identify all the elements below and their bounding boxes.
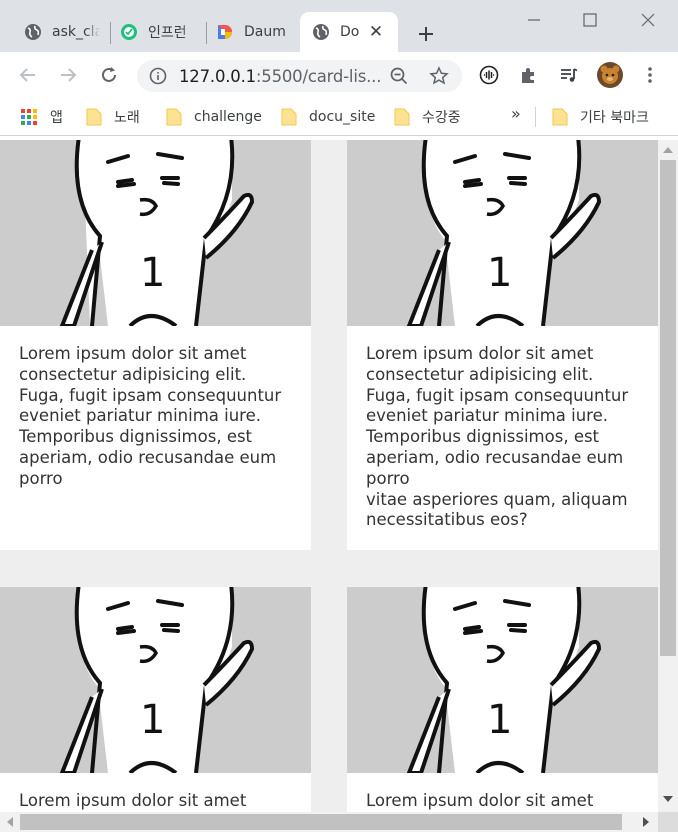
bookmark-folder[interactable]: 노래 bbox=[86, 107, 140, 127]
bookmark-label: docu_site bbox=[309, 109, 376, 125]
back-arrow-icon[interactable] bbox=[18, 65, 38, 85]
bookmarks-divider bbox=[535, 107, 536, 127]
waving-character-illustration: 1 bbox=[406, 587, 602, 773]
kebab-menu-icon[interactable] bbox=[640, 65, 660, 85]
tab-document[interactable]: Document ✕ bbox=[300, 12, 398, 52]
tab-title: Daum bbox=[244, 24, 286, 40]
scroll-up-arrow-icon[interactable] bbox=[663, 147, 673, 153]
tab-inflearn[interactable]: 인프런 bbox=[96, 12, 206, 52]
scroll-left-arrow-icon[interactable] bbox=[7, 817, 13, 827]
vertical-scrollbar-thumb[interactable] bbox=[660, 160, 676, 656]
card-thumbnail: 1 bbox=[347, 587, 658, 773]
illustration-number: 1 bbox=[487, 697, 512, 743]
globe-icon bbox=[25, 24, 41, 40]
bookmark-label: challenge bbox=[194, 109, 262, 125]
minimize-icon[interactable] bbox=[522, 8, 546, 32]
bookmark-folder[interactable]: challenge bbox=[166, 107, 262, 127]
scroll-right-arrow-icon[interactable] bbox=[643, 817, 649, 827]
folder-icon bbox=[86, 108, 102, 126]
bookmark-apps[interactable]: 앱 bbox=[20, 107, 63, 127]
folder-icon bbox=[394, 108, 410, 126]
card-text: Lorem ipsum dolor sit amet bbox=[19, 791, 247, 810]
address-bar[interactable]: 127.0.0.1:5500/card-lis... bbox=[137, 60, 462, 92]
waving-character-illustration: 1 bbox=[406, 140, 602, 326]
close-window-icon[interactable] bbox=[636, 8, 660, 32]
waving-character-illustration: 1 bbox=[59, 587, 255, 773]
tab-ask-class[interactable]: ask_class bbox=[0, 12, 110, 52]
url-path: :5500/card-lis... bbox=[255, 67, 382, 86]
tab-strip: ask_class 인프런 Daum Document ✕ bbox=[0, 0, 678, 52]
card-text: Lorem ipsum dolor sit amet consectetur a… bbox=[366, 344, 629, 530]
tab-title: ask_class bbox=[52, 24, 100, 40]
star-icon[interactable] bbox=[429, 66, 449, 86]
card: 1 Lorem ipsum dolor sit amet consectetur… bbox=[0, 140, 311, 550]
vertical-scrollbar[interactable] bbox=[658, 140, 678, 812]
close-icon[interactable]: ✕ bbox=[368, 24, 384, 41]
bookmark-folder[interactable]: 수강중 bbox=[394, 107, 461, 127]
bookmark-label: 앱 bbox=[50, 110, 63, 126]
bookmarks-more-button[interactable]: » bbox=[511, 104, 521, 123]
horizontal-scrollbar[interactable] bbox=[0, 812, 658, 832]
illustration-number: 1 bbox=[487, 250, 512, 296]
maximize-icon[interactable] bbox=[578, 8, 602, 32]
folder-icon bbox=[281, 108, 297, 126]
daum-icon bbox=[218, 25, 232, 39]
browser-toolbar: 127.0.0.1:5500/card-lis... bbox=[0, 52, 678, 98]
horizontal-scrollbar-thumb[interactable] bbox=[20, 814, 622, 830]
profile-avatar[interactable] bbox=[596, 61, 624, 89]
url-host: 127.0.0.1 bbox=[179, 67, 256, 86]
card-thumbnail: 1 bbox=[0, 587, 311, 773]
card-thumbnail: 1 bbox=[0, 140, 311, 326]
media-control-icon[interactable] bbox=[559, 65, 579, 85]
card: 1 Lorem ipsum dolor sit amet bbox=[347, 587, 658, 812]
tab-title: 인프런 bbox=[148, 25, 187, 41]
apps-grid-icon bbox=[21, 109, 37, 125]
info-icon[interactable] bbox=[149, 67, 167, 85]
bookmark-folder[interactable]: docu_site bbox=[281, 107, 375, 127]
inflearn-icon bbox=[121, 24, 137, 40]
globe-icon bbox=[313, 24, 329, 40]
url-text: 127.0.0.1:5500/card-lis... bbox=[179, 67, 381, 86]
reload-icon[interactable] bbox=[99, 65, 119, 85]
card: 1 Lorem ipsum dolor sit amet consectetur… bbox=[347, 140, 658, 550]
forward-arrow-icon[interactable] bbox=[58, 65, 78, 85]
folder-icon bbox=[552, 108, 568, 126]
card: 1 Lorem ipsum dolor sit amet bbox=[0, 587, 311, 812]
bookmark-label: 기타 북마크 bbox=[580, 110, 649, 126]
zoom-out-icon[interactable] bbox=[390, 67, 408, 85]
folder-icon bbox=[166, 108, 182, 126]
scrollbar-corner bbox=[658, 812, 678, 832]
page-viewport: 1 Lorem ipsum dolor sit amet consectetur… bbox=[0, 140, 658, 812]
extensions-puzzle-icon[interactable] bbox=[519, 65, 539, 85]
bookmarks-bar: 앱 노래 challenge docu_site 수강중 기타 북마크 bbox=[0, 98, 678, 136]
card-text: Lorem ipsum dolor sit amet consectetur a… bbox=[19, 344, 282, 488]
bookmark-label: 노래 bbox=[114, 110, 140, 126]
card-text: Lorem ipsum dolor sit amet bbox=[366, 791, 594, 810]
illustration-number: 1 bbox=[140, 697, 165, 743]
scroll-down-arrow-icon[interactable] bbox=[663, 796, 673, 802]
waving-character-illustration: 1 bbox=[59, 140, 255, 326]
card-thumbnail: 1 bbox=[347, 140, 658, 326]
tab-title: Document bbox=[340, 24, 360, 40]
audio-extension-icon[interactable] bbox=[479, 65, 499, 85]
new-tab-icon[interactable] bbox=[414, 22, 438, 46]
tab-daum[interactable]: Daum bbox=[192, 12, 302, 52]
illustration-number: 1 bbox=[140, 250, 165, 296]
bookmark-other[interactable]: 기타 북마크 bbox=[552, 107, 649, 127]
bookmark-label: 수강중 bbox=[422, 110, 461, 126]
